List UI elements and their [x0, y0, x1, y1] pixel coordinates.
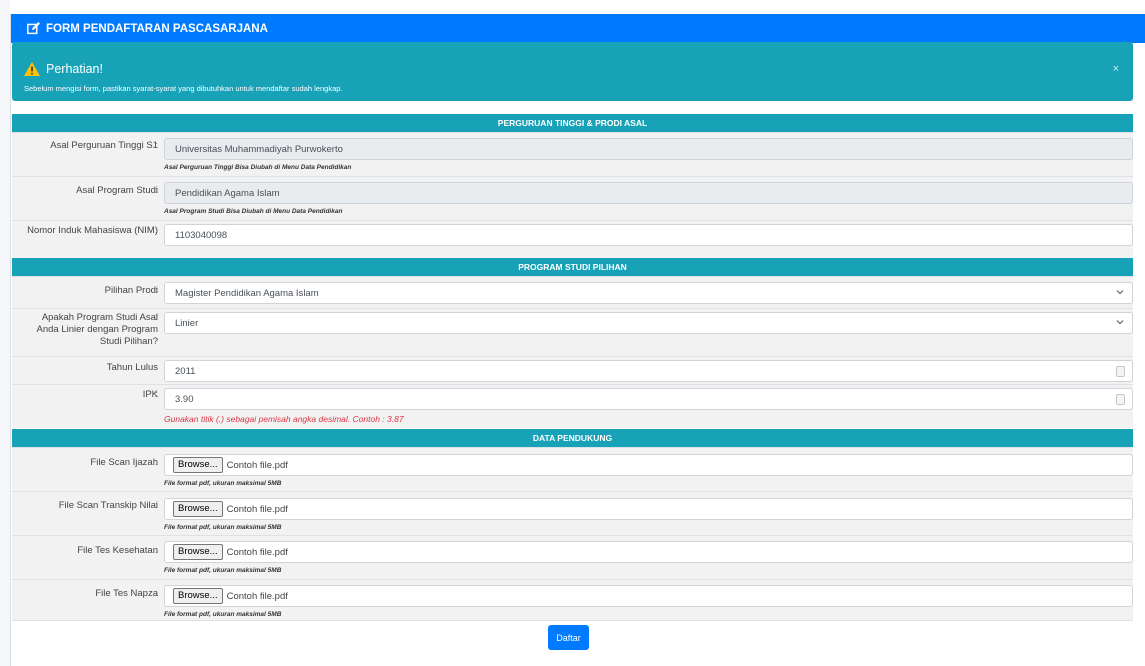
info-alert: Perhatian! Sebelum mengisi form, pastika… — [12, 42, 1133, 101]
alert-title: Perhatian! — [46, 62, 103, 76]
close-icon[interactable]: × — [1113, 63, 1119, 75]
chevron-down-icon — [1116, 320, 1124, 325]
card-header: FORM PENDAFTARAN PASCASARJANA — [11, 14, 1145, 43]
label-tahun-lulus: Tahun Lulus — [106, 362, 158, 373]
row-tahun-lulus: Tahun Lulus : 2011 — [12, 356, 1133, 384]
label-file-napza: File Tes Napza — [95, 588, 158, 599]
ipk-value: 3.90 — [175, 393, 194, 405]
colon: : — [155, 140, 158, 151]
browse-button[interactable]: Browse... — [173, 457, 223, 473]
row-asal-pt: Asal Perguruan Tinggi S1 : Universitas M… — [12, 132, 1133, 176]
file-name: Contoh file.pdf — [226, 503, 288, 515]
section-header-pendukung: DATA PENDUKUNG — [12, 429, 1133, 447]
colon: : — [155, 312, 158, 323]
label-pilihan-prodi: Pilihan Prodi — [104, 285, 158, 296]
chevron-down-icon — [1116, 290, 1124, 295]
stepper-icon[interactable] — [1116, 394, 1125, 405]
colon: : — [155, 545, 158, 556]
row-linier: Apakah Program Studi Asal Anda Linier de… — [12, 308, 1133, 356]
divider — [12, 620, 1133, 621]
file-hint: File format pdf, ukuran maksimal 5MB — [164, 567, 282, 574]
edit-icon — [27, 22, 40, 35]
pilihan-prodi-value: Magister Pendidikan Agama Islam — [175, 287, 319, 299]
row-ipk: IPK : 3.90 Gunakan titik (.) sebagai pem… — [12, 384, 1133, 428]
colon: : — [155, 362, 158, 373]
label-asal-pt: Asal Perguruan Tinggi S1 — [50, 140, 158, 151]
nim-input[interactable]: 1103040098 — [164, 224, 1133, 246]
tahun-lulus-value: 2011 — [175, 365, 196, 377]
label-asal-prodi: Asal Program Studi — [76, 185, 158, 196]
row-nim: Nomor Induk Mahasiswa (NIM) : 1103040098 — [12, 220, 1133, 258]
pilihan-prodi-select[interactable]: Magister Pendidikan Agama Islam — [164, 282, 1133, 304]
colon: : — [155, 457, 158, 468]
section-header-pilihan: PROGRAM STUDI PILIHAN — [12, 258, 1133, 276]
browse-button[interactable]: Browse... — [173, 588, 223, 604]
asal-pt-field: Universitas Muhammadiyah Purwokerto — [164, 138, 1133, 160]
row-file-napza: File Tes Napza : Browse... Contoh file.p… — [12, 579, 1133, 620]
row-pilihan-prodi: Pilihan Prodi : Magister Pendidikan Agam… — [12, 276, 1133, 308]
asal-pt-hint: Asal Perguruan Tinggi Bisa Diubah di Men… — [164, 164, 352, 171]
stepper-icon[interactable] — [1116, 366, 1125, 377]
ipk-hint: Gunakan titik (.) sebagai pemisah angka … — [164, 414, 404, 424]
file-name: Contoh file.pdf — [226, 590, 288, 602]
file-hint: File format pdf, ukuran maksimal 5MB — [164, 480, 282, 487]
row-file-ijazah: File Scan Ijazah : Browse... Contoh file… — [12, 447, 1133, 491]
browse-button[interactable]: Browse... — [173, 544, 223, 560]
file-hint: File format pdf, ukuran maksimal 5MB — [164, 524, 282, 531]
label-linier: Apakah Program Studi Asal Anda Linier de… — [36, 312, 158, 347]
sidebar-edge — [0, 0, 10, 666]
colon: : — [155, 500, 158, 511]
nim-value: 1103040098 — [175, 229, 228, 241]
label-file-kesehatan: File Tes Kesehatan — [77, 545, 158, 556]
ipk-input[interactable]: 3.90 — [164, 388, 1133, 410]
page: FORM PENDAFTARAN PASCASARJANA Perhatian!… — [0, 0, 1145, 666]
asal-pt-value: Universitas Muhammadiyah Purwokerto — [175, 143, 343, 155]
file-name: Contoh file.pdf — [226, 546, 288, 558]
tahun-lulus-input[interactable]: 2011 — [164, 360, 1133, 382]
file-kesehatan-input[interactable]: Browse... Contoh file.pdf — [164, 541, 1133, 563]
asal-prodi-hint: Asal Program Studi Bisa Diubah di Menu D… — [164, 208, 343, 215]
colon: : — [155, 285, 158, 296]
alert-message: Sebelum mengisi form, pastikan syarat-sy… — [24, 84, 343, 93]
form-title: FORM PENDAFTARAN PASCASARJANA — [46, 22, 268, 35]
row-asal-prodi: Asal Program Studi : Pendidikan Agama Is… — [12, 176, 1133, 220]
warning-icon — [24, 62, 40, 76]
file-transkip-input[interactable]: Browse... Contoh file.pdf — [164, 498, 1133, 520]
label-ipk: IPK — [142, 389, 158, 400]
file-name: Contoh file.pdf — [226, 459, 288, 471]
label-file-ijazah: File Scan Ijazah — [90, 457, 158, 468]
section-header-asal: PERGURUAN TINGGI & PRODI ASAL — [12, 114, 1133, 132]
label-nim: Nomor Induk Mahasiswa (NIM) — [27, 225, 158, 236]
colon: : — [155, 225, 158, 236]
asal-prodi-value: Pendidikan Agama Islam — [175, 187, 280, 199]
file-ijazah-input[interactable]: Browse... Contoh file.pdf — [164, 454, 1133, 476]
colon: : — [155, 588, 158, 599]
file-napza-input[interactable]: Browse... Contoh file.pdf — [164, 585, 1133, 607]
browse-button[interactable]: Browse... — [173, 501, 223, 517]
daftar-button[interactable]: Daftar — [548, 625, 589, 650]
row-file-kesehatan: File Tes Kesehatan : Browse... Contoh fi… — [12, 535, 1133, 579]
row-file-transkip: File Scan Transkip Nilai : Browse... Con… — [12, 491, 1133, 535]
label-file-transkip: File Scan Transkip Nilai — [58, 500, 158, 511]
colon: : — [155, 389, 158, 400]
linier-value: Linier — [175, 317, 199, 329]
colon: : — [155, 185, 158, 196]
asal-prodi-field: Pendidikan Agama Islam — [164, 182, 1133, 204]
linier-select[interactable]: Linier — [164, 312, 1133, 334]
file-hint: File format pdf, ukuran maksimal 5MB — [164, 611, 282, 618]
